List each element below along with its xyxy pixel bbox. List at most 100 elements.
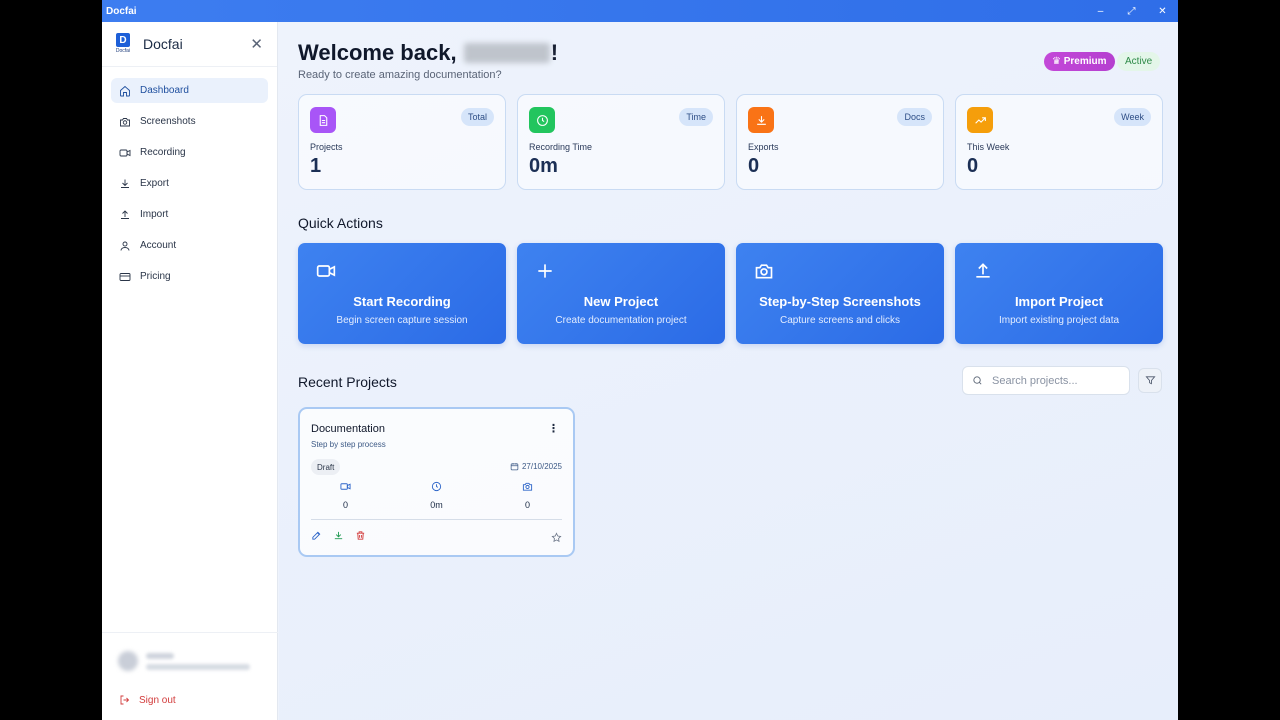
sidebar-item-screenshots[interactable]: Screenshots (111, 109, 268, 134)
welcome-suffix: ! (550, 40, 559, 65)
logo-letter: D (116, 33, 130, 47)
main-content: Welcome back, ! Ready to create amazing … (279, 22, 1178, 720)
logo-text: Docfai (115, 48, 131, 54)
project-date: 27/10/2025 (510, 462, 562, 471)
sidebar-item-label: Recording (140, 147, 186, 158)
trash-icon[interactable] (355, 530, 366, 541)
stat-tag: Week (1114, 108, 1151, 126)
edit-icon[interactable] (311, 530, 322, 541)
plus-icon (538, 264, 552, 278)
video-icon (119, 149, 131, 156)
user-icon (120, 241, 130, 251)
avatar (118, 651, 138, 671)
sidebar-item-dashboard[interactable]: Dashboard (111, 78, 268, 103)
trending-icon (967, 107, 993, 133)
search-icon (973, 376, 982, 385)
video-icon (340, 483, 351, 490)
close-sidebar-icon[interactable]: ✕ (250, 35, 263, 53)
stat-value: 1 (310, 155, 322, 177)
action-title: Import Project (1014, 294, 1104, 309)
status-badge: Draft (311, 459, 341, 475)
sidebar-item-export[interactable]: Export (111, 171, 268, 196)
maximize-button[interactable]: ⤢ (1116, 0, 1147, 22)
project-stats: 0 0m 0 (300, 481, 573, 513)
project-card[interactable]: Documentation Step by step process ⋮ Dra… (298, 407, 575, 557)
search-input[interactable]: Search projects... (962, 366, 1130, 395)
quick-actions: Start Recording Begin screen capture ses… (298, 243, 1163, 344)
calendar-icon (510, 463, 519, 471)
time-value: 0m (430, 500, 443, 510)
filter-button[interactable] (1138, 368, 1162, 393)
upload-icon (976, 263, 990, 278)
close-window-button[interactable]: ✕ (1147, 0, 1178, 22)
user-name-redacted (463, 43, 550, 63)
quick-actions-title: Quick Actions (298, 215, 383, 231)
screenshots-button[interactable]: Step-by-Step Screenshots Capture screens… (736, 243, 944, 344)
welcome-prefix: Welcome back, (298, 40, 457, 65)
window-title: Docfai (106, 5, 137, 17)
minimize-button[interactable]: – (1085, 0, 1116, 22)
favorite-button[interactable] (551, 530, 562, 548)
sidebar-item-label: Pricing (140, 271, 171, 282)
user-info-redacted (146, 652, 250, 670)
project-time: 0m (391, 481, 482, 513)
file-icon (310, 107, 336, 133)
more-options-icon[interactable]: ⋮ (548, 422, 559, 435)
brand-name: Docfai (143, 36, 183, 52)
camera-icon (755, 264, 773, 279)
sidebar-item-label: Import (140, 209, 169, 220)
sign-out-button[interactable]: Sign out (119, 694, 176, 706)
logout-icon (120, 695, 130, 705)
action-subtitle: Import existing project data (998, 315, 1120, 326)
project-title: Documentation (311, 423, 385, 435)
app-window: Docfai – ⤢ ✕ D Docfai Docfai ✕ Dashboard… (102, 0, 1178, 720)
sidebar-item-recording[interactable]: Recording (111, 140, 268, 165)
home-icon (120, 85, 130, 96)
download-icon (748, 107, 774, 133)
screenshots-count: 0 (524, 500, 530, 510)
stat-label: Exports (748, 142, 779, 152)
action-subtitle: Capture screens and clicks (779, 315, 901, 326)
sidebar-item-pricing[interactable]: Pricing (111, 264, 268, 289)
stat-tag: Time (679, 108, 713, 126)
sidebar-item-import[interactable]: Import (111, 202, 268, 227)
download-icon[interactable] (333, 530, 344, 541)
project-recordings: 0 (300, 481, 391, 513)
clock-icon (431, 481, 442, 492)
page-subtitle: Ready to create amazing documentation? (298, 69, 502, 81)
project-screenshots: 0 (482, 481, 573, 513)
action-subtitle: Create documentation project (555, 315, 687, 326)
stat-tag: Total (460, 108, 494, 126)
sidebar-item-label: Dashboard (140, 85, 189, 96)
sidebar-item-label: Export (140, 178, 169, 189)
new-project-button[interactable]: New Project Create documentation project (517, 243, 725, 344)
clock-icon (529, 107, 555, 133)
brand-header: D Docfai Docfai ✕ (102, 22, 277, 67)
stat-card-exports: Docs Exports 0 (736, 94, 944, 190)
filter-icon (1144, 376, 1156, 385)
premium-badge: ♛ Premium (1044, 52, 1115, 71)
stat-label: Recording Time (529, 142, 593, 152)
stats-row: Total Projects 1 Time Recording Time 0m … (298, 94, 1163, 190)
download-icon (121, 179, 129, 188)
search-placeholder: Search projects... (992, 374, 1078, 387)
stat-card-projects: Total Projects 1 (298, 94, 506, 190)
import-project-button[interactable]: Import Project Import existing project d… (955, 243, 1163, 344)
project-description: Step by step process (311, 440, 386, 449)
sidebar-footer: Sign out (102, 632, 278, 720)
action-title: Start Recording (353, 294, 451, 309)
camera-icon (120, 117, 130, 126)
status-badge: Active (1117, 52, 1161, 71)
recent-projects-title: Recent Projects (298, 374, 397, 390)
sidebar-item-account[interactable]: Account (111, 233, 268, 258)
upload-icon (121, 209, 129, 219)
sidebar-nav: Dashboard Screenshots Recording Export I… (102, 67, 277, 306)
stat-value: 0 (748, 155, 760, 177)
start-recording-button[interactable]: Start Recording Begin screen capture ses… (298, 243, 506, 344)
action-title: New Project (583, 294, 659, 309)
project-actions (311, 530, 366, 541)
stat-value: 0m (529, 155, 558, 177)
star-icon (551, 532, 562, 543)
user-profile[interactable] (102, 633, 278, 671)
docfai-logo: D Docfai (114, 33, 132, 55)
